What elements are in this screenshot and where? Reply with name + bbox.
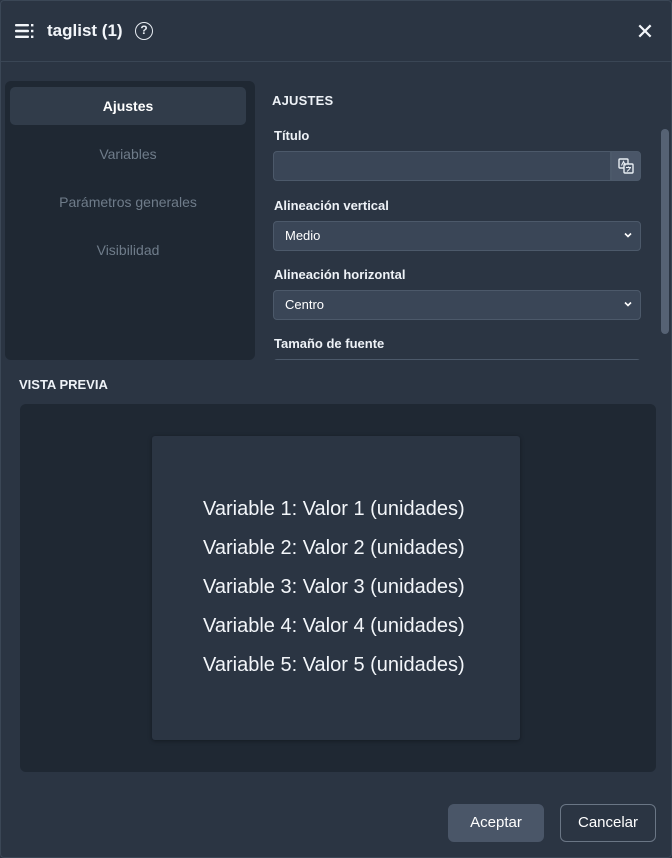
sidebar-item-ajustes[interactable]: Ajustes <box>10 87 246 125</box>
dialog-header: taglist (1) ? ✕ <box>1 1 671 62</box>
close-icon[interactable]: ✕ <box>635 21 655 43</box>
sidebar-item-variables[interactable]: Variables <box>10 135 246 173</box>
preview-line-1: Variable 1: Valor 1 (unidades) <box>203 498 465 520</box>
preview-title: VISTA PREVIA <box>19 377 108 392</box>
preview-line-2: Variable 2: Valor 2 (unidades) <box>203 537 465 559</box>
settings-panel: AJUSTES Título Alineación vertical Medio… <box>263 81 659 360</box>
font-size-label: Tamaño de fuente <box>274 336 385 351</box>
preview-line-4: Variable 4: Valor 4 (unidades) <box>203 615 465 637</box>
menu-icon[interactable] <box>15 23 35 39</box>
vertical-align-value: Medio <box>285 228 321 243</box>
font-size-select[interactable] <box>273 359 641 360</box>
dialog: taglist (1) ? ✕ Ajustes Variables Paráme… <box>0 0 672 858</box>
horizontal-align-label: Alineación horizontal <box>274 267 406 282</box>
section-title: AJUSTES <box>272 93 334 108</box>
vertical-align-select[interactable]: Medio <box>273 221 641 251</box>
preview-line-5: Variable 5: Valor 5 (unidades) <box>203 654 465 676</box>
vertical-align-label: Alineación vertical <box>274 198 389 213</box>
preview-line-3: Variable 3: Valor 3 (unidades) <box>203 576 465 598</box>
sidebar-item-parametros-generales[interactable]: Parámetros generales <box>10 183 246 221</box>
horizontal-align-select[interactable]: Centro <box>273 290 641 320</box>
title-field-label: Título <box>274 128 310 143</box>
dialog-title: taglist (1) <box>47 21 123 40</box>
translate-icon <box>618 158 634 174</box>
chevron-down-icon <box>624 232 632 238</box>
accept-button[interactable]: Aceptar <box>448 804 544 842</box>
chevron-down-icon <box>624 301 632 307</box>
horizontal-align-value: Centro <box>285 297 325 312</box>
help-icon[interactable]: ? <box>135 22 153 40</box>
sidebar-item-visibilidad[interactable]: Visibilidad <box>10 231 246 269</box>
settings-sidebar: Ajustes Variables Parámetros generales V… <box>5 81 255 360</box>
translate-button[interactable] <box>611 151 641 181</box>
title-input[interactable] <box>273 151 611 181</box>
settings-scroll-thumb[interactable] <box>661 129 669 334</box>
cancel-button[interactable]: Cancelar <box>560 804 656 842</box>
